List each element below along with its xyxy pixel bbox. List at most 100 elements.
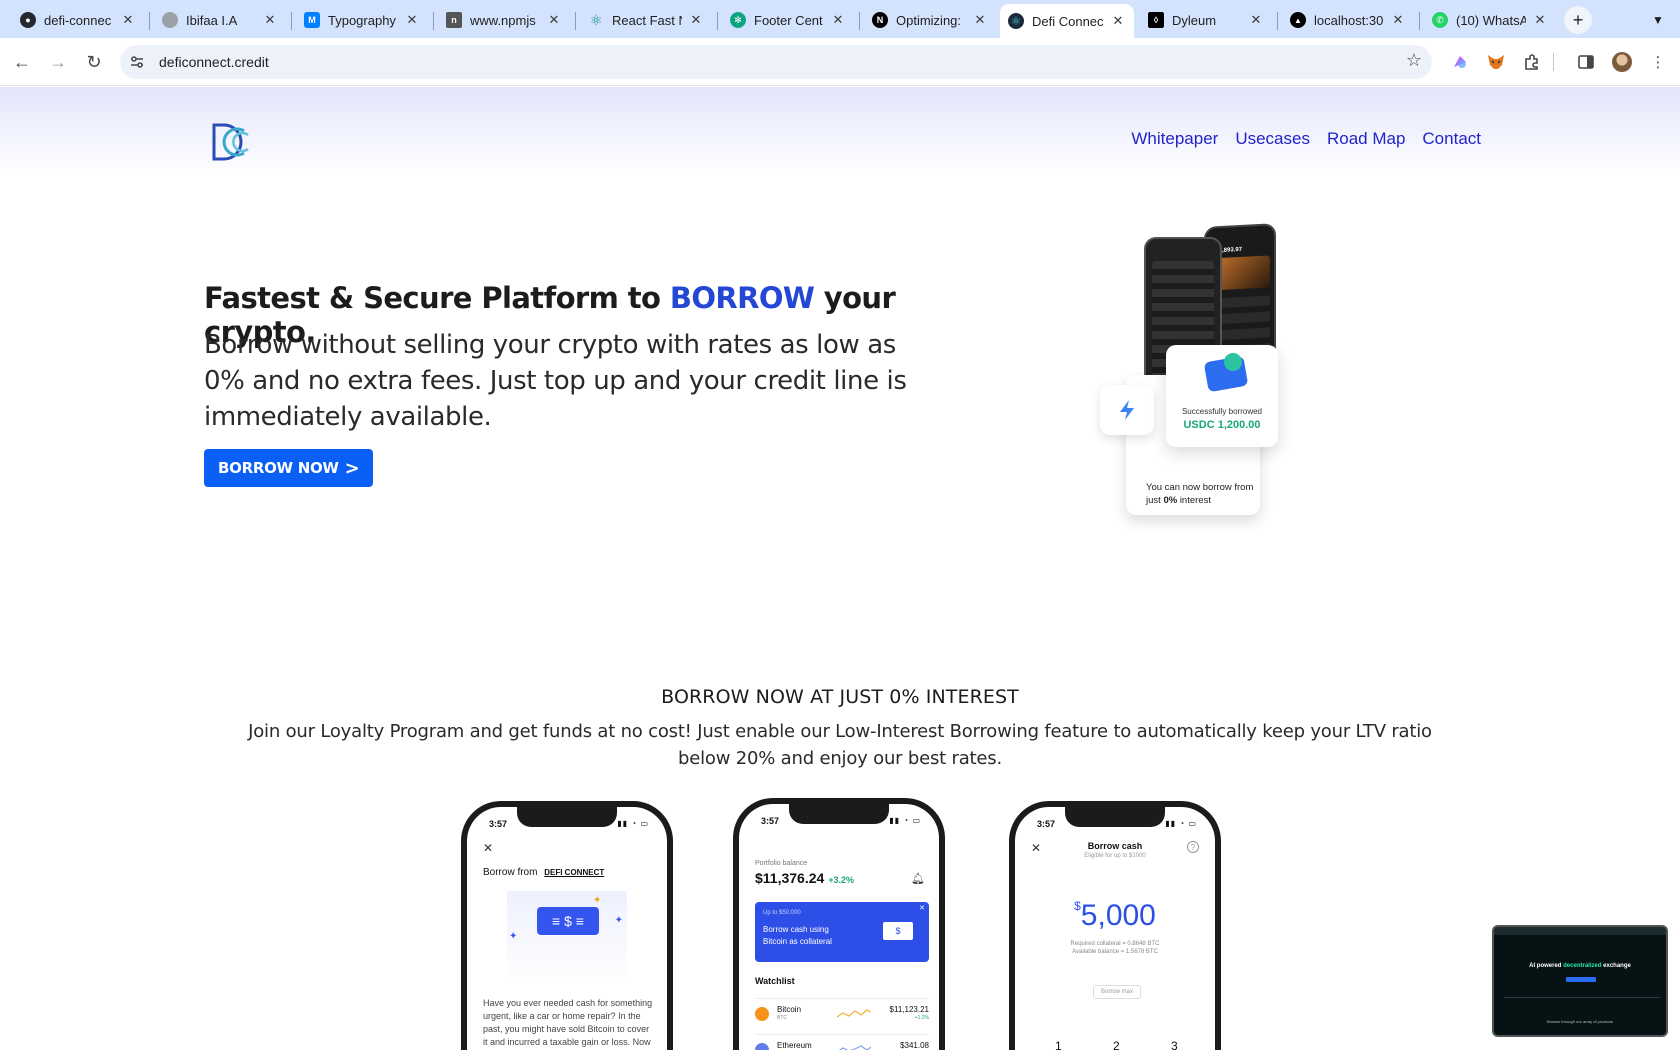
status-icons: ▮▮ ◔ ▭ <box>617 819 649 828</box>
new-tab-button[interactable]: + <box>1564 6 1592 34</box>
borrow-from-brand: DEFI CONNECT <box>544 868 605 877</box>
bell-icon[interactable]: 🔔︎ <box>911 872 925 885</box>
keypad-key[interactable]: 1 <box>1055 1039 1062 1050</box>
phone-time: 3:57 <box>1037 819 1056 829</box>
phone-time: 3:57 <box>761 816 780 826</box>
phone-borrow-from: 3:57 ▮▮ ◔ ▭ ✕ Borrow from DEFI CONNECT ≡… <box>461 801 673 1050</box>
react-icon: ⚛ <box>589 11 603 28</box>
pip-nav <box>1494 927 1666 935</box>
tab-npmjs[interactable]: n www.npmjs ✕ <box>438 6 570 34</box>
tab-optimizing[interactable]: N Optimizing: ✕ <box>864 6 996 34</box>
nav-link-roadmap[interactable]: Road Map <box>1327 129 1405 149</box>
close-tab-icon[interactable]: ✕ <box>830 12 846 28</box>
coin-ticker: BTC <box>777 1015 787 1021</box>
dyleum-icon: ◊ <box>1148 12 1164 28</box>
deficonnect-logo[interactable] <box>210 121 254 163</box>
bookmark-star-icon[interactable]: ☆ <box>1406 50 1422 71</box>
close-tab-icon[interactable]: ✕ <box>546 12 562 28</box>
watchlist-row-ethereum[interactable]: Ethereum $341.08 <box>755 1034 929 1050</box>
watchlist-heading: Watchlist <box>755 976 795 986</box>
portfolio-balance-value: $11,376.24 <box>755 870 825 886</box>
pip-headline: AI powered decentralized exchange <box>1494 963 1666 969</box>
portfolio-change: +3.2% <box>828 875 854 885</box>
close-tab-icon[interactable]: ✕ <box>120 12 136 28</box>
tab-footer-cent[interactable]: ✻ Footer Cent ✕ <box>722 6 854 34</box>
phone-time: 3:57 <box>489 819 508 829</box>
phone-notch <box>789 804 889 824</box>
success-value: 1,200.00 <box>1217 419 1261 431</box>
tab-typography[interactable]: M Typography ✕ <box>296 6 428 34</box>
borrow-currency: $ <box>1074 899 1081 913</box>
keypad-key[interactable]: 3 <box>1171 1039 1178 1050</box>
success-text: Successfully borrowed <box>1181 407 1263 416</box>
sparkle-icon: ✦ <box>614 915 623 926</box>
close-tab-icon[interactable]: ✕ <box>1110 13 1126 29</box>
tab-search-chevron-icon[interactable]: ▼ <box>1644 6 1672 34</box>
close-tab-icon[interactable]: ✕ <box>1248 12 1264 28</box>
picture-in-picture-window[interactable]: AI powered decentralized exchange Browse… <box>1492 925 1668 1037</box>
nav-link-whitepaper[interactable]: Whitepaper <box>1131 129 1218 149</box>
sparkle-icon: ✦ <box>509 931 518 942</box>
borrow-cash-subtitle: Eligible for up to $1000 <box>1084 853 1146 859</box>
tab-divider <box>291 12 292 30</box>
extensions-puzzle-icon[interactable] <box>1520 50 1544 74</box>
tab-divider <box>717 12 718 30</box>
borrow-max-button[interactable]: Borrow max <box>1093 985 1141 999</box>
browser-menu-icon[interactable]: ⋮ <box>1646 50 1670 74</box>
tab-divider <box>433 12 434 30</box>
page-content: Whitepaper Usecases Road Map Contact Fas… <box>0 87 1680 1050</box>
card-borrow-rate: 0% <box>1163 495 1178 506</box>
tab-react-fast[interactable]: ⚛ React Fast N ✕ <box>580 6 712 34</box>
watchlist-row-bitcoin[interactable]: Bitcoin BTC $11,123.21 +1.2% <box>755 998 929 1026</box>
tab-divider <box>575 12 576 30</box>
nav-link-usecases[interactable]: Usecases <box>1235 129 1310 149</box>
pip-divider <box>1504 997 1660 998</box>
tab-defi-connect-active[interactable]: ⚛ Defi Connec ✕ <box>1000 4 1134 38</box>
section-description: Join our Loyalty Program and get funds a… <box>248 721 1432 769</box>
forward-arrow-icon[interactable]: → <box>44 48 72 76</box>
tab-defi-connect-github[interactable]: ● defi-connec ✕ <box>12 6 144 34</box>
back-arrow-icon[interactable]: ← <box>8 48 36 76</box>
extension-color-icon[interactable] <box>1448 50 1472 74</box>
globe-icon <box>162 12 178 28</box>
profile-avatar[interactable] <box>1610 50 1634 74</box>
success-card: Successfully borrowed USDC 1,200.00 <box>1166 345 1278 447</box>
phone-notch <box>1065 807 1165 827</box>
promo-text: Borrow cash using Bitcoin as collateral <box>763 925 832 946</box>
bitcoin-icon <box>755 1007 769 1021</box>
close-icon[interactable]: ✕ <box>919 904 925 912</box>
close-tab-icon[interactable]: ✕ <box>1390 12 1406 28</box>
coin-name: Bitcoin <box>777 1005 802 1014</box>
keypad-key[interactable]: 2 <box>1113 1039 1120 1050</box>
site-settings-icon[interactable] <box>125 50 149 74</box>
close-tab-icon[interactable]: ✕ <box>1532 12 1548 28</box>
close-icon[interactable]: ✕ <box>483 841 493 855</box>
tab-whatsapp[interactable]: ✆ (10) WhatsA ✕ <box>1424 6 1556 34</box>
tab-divider <box>1419 12 1420 30</box>
tab-ibifaa[interactable]: Ibifaa I.A ✕ <box>154 6 286 34</box>
reload-icon[interactable]: ↻ <box>80 48 108 76</box>
borrow-now-button[interactable]: BORROW NOW > <box>204 449 374 487</box>
metamask-fox-icon[interactable] <box>1484 50 1508 74</box>
side-panel-icon[interactable] <box>1574 50 1598 74</box>
main-nav: Whitepaper Usecases Road Map Contact <box>1131 129 1481 149</box>
github-icon: ● <box>20 12 36 28</box>
borrow-cash-title: Borrow cash <box>1087 841 1143 851</box>
openai-icon: ✻ <box>730 12 746 28</box>
url-text[interactable]: deficonnect.credit <box>159 54 269 70</box>
pip-button <box>1566 977 1596 982</box>
close-tab-icon[interactable]: ✕ <box>262 12 278 28</box>
close-tab-icon[interactable]: ✕ <box>688 12 704 28</box>
tab-dyleum[interactable]: ◊ Dyleum ✕ <box>1140 6 1272 34</box>
portfolio-balance-label: Portfolio balance <box>755 860 808 867</box>
address-bar[interactable]: deficonnect.credit ☆ <box>120 45 1432 79</box>
close-tab-icon[interactable]: ✕ <box>972 12 988 28</box>
tab-localhost[interactable]: ▲ localhost:30 ✕ <box>1282 6 1414 34</box>
nav-link-contact[interactable]: Contact <box>1422 129 1481 149</box>
coin-price: $11,123.21 <box>889 1005 929 1014</box>
borrow-now-label: BORROW NOW <box>218 459 339 477</box>
ethereum-icon <box>755 1043 769 1050</box>
hero-illustration: $12,893.97 You can now borrow from just … <box>1100 223 1336 515</box>
close-tab-icon[interactable]: ✕ <box>404 12 420 28</box>
borrow-promo-card[interactable]: Up to $50,000 Borrow cash using Bitcoin … <box>755 902 929 962</box>
